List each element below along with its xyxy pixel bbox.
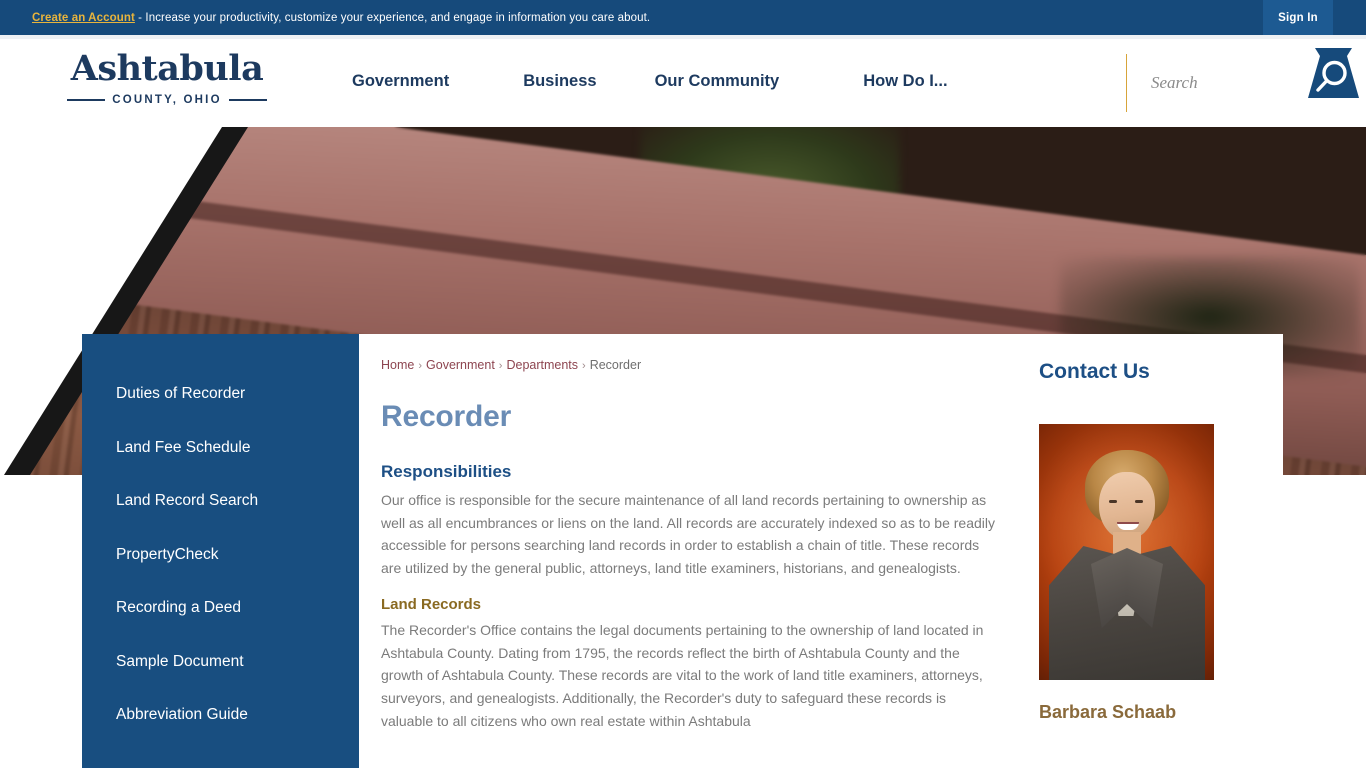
breadcrumb-item-recorder: Recorder	[589, 358, 642, 372]
main-content: Home › Government › Departments › Recorder Rec…	[359, 334, 1019, 768]
contact-person-name: Barbara Schaab	[1039, 702, 1177, 722]
logo-rule-right	[228, 99, 267, 101]
nav-item-our-community[interactable]: Our Community	[655, 64, 780, 99]
site-header: Ashtabula COUNTY, OHIO Government Busine…	[0, 39, 1366, 127]
sidebar-item-duties-of-recorder[interactable]: Duties of Recorder	[82, 367, 359, 421]
search-divider	[1126, 54, 1127, 112]
search-button[interactable]	[1301, 46, 1366, 103]
logo-rule-left	[67, 99, 106, 101]
logo-subtitle-text: COUNTY, OHIO	[112, 94, 222, 106]
contact-us-heading: Contact Us	[1039, 360, 1150, 383]
nav-item-how-do-i[interactable]: How Do I...	[863, 64, 947, 99]
search-icon	[1308, 48, 1359, 98]
nav-item-government[interactable]: Government	[352, 64, 449, 99]
create-account-link[interactable]: Create an Account	[32, 12, 135, 24]
breadcrumb-separator: ›	[498, 360, 503, 372]
breadcrumb-item-government[interactable]: Government	[426, 358, 495, 372]
contact-rail: Contact Us Barbara Schaab	[1019, 334, 1283, 768]
section-body-land-records: The Recorder's Office contains the legal…	[381, 621, 984, 729]
breadcrumb-item-home[interactable]: Home	[381, 358, 414, 372]
sidebar-item-sample-document[interactable]: Sample Document	[82, 635, 359, 689]
breadcrumb: Home › Government › Departments › Recorder	[381, 358, 999, 372]
sidebar-item-abbreviation-guide[interactable]: Abbreviation Guide	[82, 688, 359, 742]
nav-item-business[interactable]: Business	[523, 64, 596, 99]
page-title: Recorder	[381, 400, 512, 433]
sidebar-item-land-fee-schedule[interactable]: Land Fee Schedule	[82, 421, 359, 475]
sidebar-item-recording-a-deed[interactable]: Recording a Deed	[82, 581, 359, 635]
section-body-responsibilities: Our office is responsible for the secure…	[381, 492, 995, 577]
main-navigation: Government Business Our Community How Do…	[352, 64, 948, 99]
logo-subtitle: COUNTY, OHIO	[57, 94, 277, 106]
site-logo[interactable]: Ashtabula COUNTY, OHIO	[57, 47, 277, 106]
breadcrumb-item-departments[interactable]: Departments	[506, 358, 578, 372]
sidebar-item-land-record-search[interactable]: Land Record Search	[82, 474, 359, 528]
sign-in-button[interactable]: Sign In	[1263, 0, 1333, 35]
section-heading-responsibilities: Responsibilities	[381, 462, 512, 481]
section-heading-land-records: Land Records	[381, 595, 482, 613]
account-promo-message: Create an Account - Increase your produc…	[32, 12, 650, 24]
section-sidebar-nav: Duties of Recorder Land Fee Schedule Lan…	[82, 334, 359, 768]
hero-right-edge	[1283, 334, 1366, 475]
portrait-eye-right	[1135, 500, 1143, 503]
logo-wordmark: Ashtabula	[70, 48, 264, 89]
breadcrumb-separator: ›	[418, 360, 423, 372]
account-promo-text: - Increase your productivity, customize …	[134, 11, 651, 24]
portrait-eye-left	[1109, 500, 1117, 503]
portrait-photo	[1039, 424, 1214, 680]
sidebar-item-propertycheck[interactable]: PropertyCheck	[82, 528, 359, 582]
breadcrumb-separator: ›	[582, 360, 586, 372]
top-utility-bar: Create an Account - Increase your produc…	[0, 0, 1366, 35]
